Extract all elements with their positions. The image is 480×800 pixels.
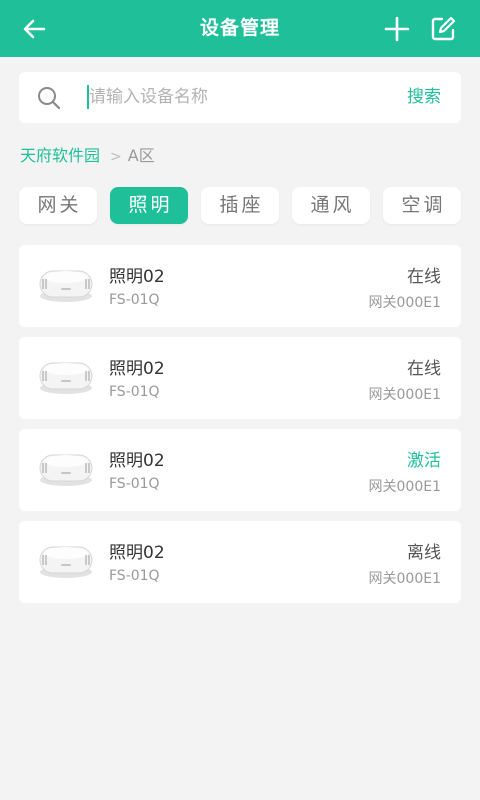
search-icon	[37, 86, 61, 110]
tab-ventilation[interactable]: 通风	[292, 187, 370, 224]
device-card[interactable]: 照明02 FS-01Q 在线 网关000E1	[19, 245, 461, 327]
search-bar: 搜索	[19, 72, 461, 123]
device-card[interactable]: 照明02 FS-01Q 激活 网关000E1	[19, 429, 461, 511]
tab-gateway[interactable]: 网关	[19, 187, 97, 224]
device-status: 激活	[407, 451, 441, 471]
breadcrumb-area: A区	[127, 146, 155, 165]
device-status: 离线	[407, 543, 441, 563]
search-input[interactable]	[89, 82, 399, 112]
device-gateway: 网关000E1	[368, 571, 441, 587]
plus-icon	[384, 16, 410, 42]
light-device-icon	[37, 265, 95, 305]
tab-lighting[interactable]: 照明	[110, 187, 188, 224]
light-device-icon	[37, 357, 95, 397]
device-model: FS-01Q	[109, 292, 160, 308]
edit-button[interactable]	[428, 14, 458, 44]
breadcrumb-separator: >	[110, 149, 122, 165]
device-model: FS-01Q	[109, 384, 160, 400]
device-card[interactable]: 照明02 FS-01Q 离线 网关000E1	[19, 521, 461, 603]
device-gateway: 网关000E1	[368, 479, 441, 495]
device-status: 在线	[407, 359, 441, 379]
device-name: 照明02	[109, 359, 165, 379]
tab-socket[interactable]: 插座	[201, 187, 279, 224]
device-name: 照明02	[109, 267, 165, 287]
device-name: 照明02	[109, 451, 165, 471]
tab-air-conditioner[interactable]: 空调	[383, 187, 461, 224]
light-device-icon	[37, 449, 95, 489]
device-model: FS-01Q	[109, 568, 160, 584]
category-tabs: 网关 照明 插座 通风 空调	[19, 187, 461, 224]
add-device-button[interactable]	[382, 14, 412, 44]
device-name: 照明02	[109, 543, 165, 563]
edit-icon	[431, 16, 456, 41]
breadcrumb: 天府软件园 > A区	[20, 144, 155, 168]
search-button[interactable]: 搜索	[407, 72, 441, 123]
app-header: 设备管理	[0, 0, 480, 57]
device-card[interactable]: 照明02 FS-01Q 在线 网关000E1	[19, 337, 461, 419]
light-device-icon	[37, 541, 95, 581]
device-gateway: 网关000E1	[368, 387, 441, 403]
device-status: 在线	[407, 267, 441, 287]
breadcrumb-park[interactable]: 天府软件园	[20, 146, 100, 165]
device-gateway: 网关000E1	[368, 295, 441, 311]
device-model: FS-01Q	[109, 476, 160, 492]
